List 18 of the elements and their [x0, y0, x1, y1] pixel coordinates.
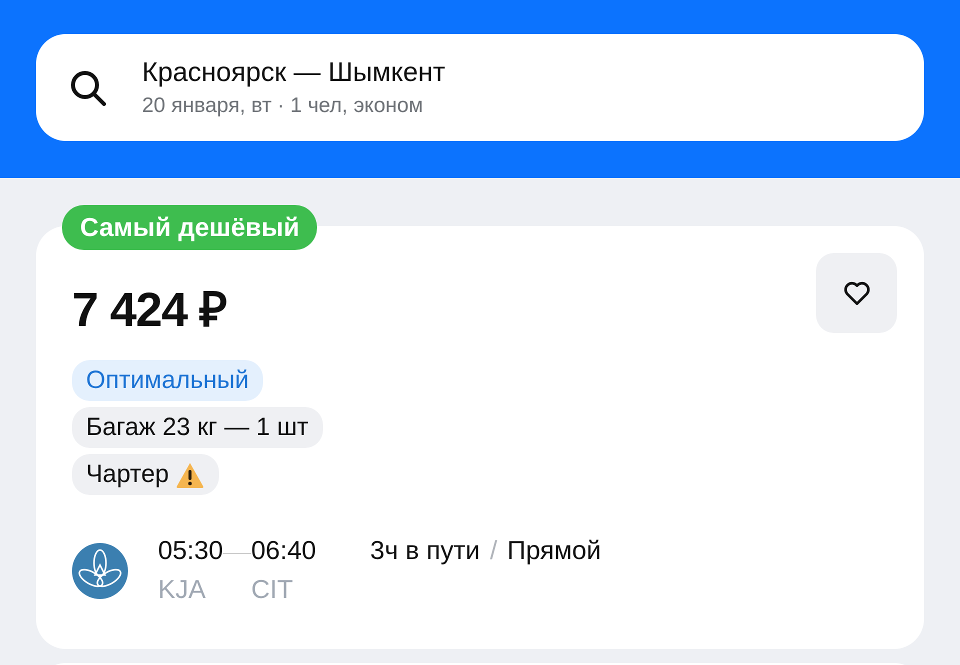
search-field[interactable]: Красноярск — Шымкент 20 января, вт · 1 чел, эконом — [36, 34, 924, 141]
favorite-button[interactable] — [816, 253, 897, 333]
tag-label: Чартер — [86, 460, 169, 489]
separator-slash: / — [490, 535, 498, 566]
departure-time: 05:30 — [158, 535, 224, 566]
flight-duration: 3ч в пути — [370, 535, 480, 566]
price: 7 424 ₽ — [72, 283, 226, 339]
arrival-time: 06:40 — [251, 535, 316, 566]
cheapest-badge: Самый дешёвый — [62, 205, 318, 250]
departure-airport-code: KJA — [158, 574, 207, 605]
warning-icon — [174, 460, 205, 488]
arrival-airport-code: CIT — [251, 574, 294, 605]
tag-label: Багаж 23 кг — 1 шт — [86, 413, 309, 442]
stops-info: Прямой — [507, 535, 601, 566]
route-title: Красноярск — Шымкент — [142, 57, 446, 88]
trip-details: 20 января, вт · 1 чел, эконом — [142, 94, 424, 118]
tag-label: Оптимальный — [86, 366, 249, 395]
airline-logo-icon — [72, 543, 128, 599]
